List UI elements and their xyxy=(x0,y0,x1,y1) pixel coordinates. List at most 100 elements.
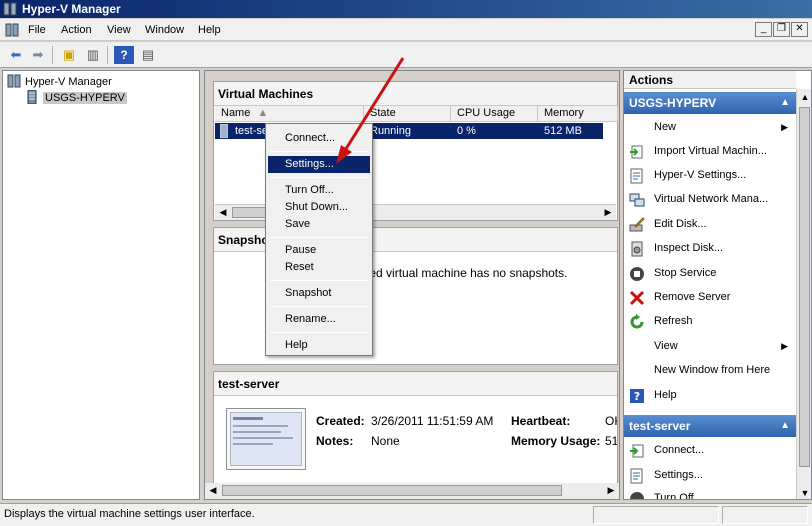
toolbar-separator xyxy=(107,46,108,64)
context-item-snapshot[interactable]: Snapshot xyxy=(268,285,370,302)
actions-group-label: USGS-HYPERV xyxy=(629,96,717,110)
forward-icon[interactable]: ➡ xyxy=(28,46,48,64)
action-new-window-from-here[interactable]: New Window from Here xyxy=(624,359,796,381)
network-icon xyxy=(629,193,645,207)
scroll-left-icon[interactable]: ◀ xyxy=(205,483,221,498)
edit-disk-icon xyxy=(629,217,645,232)
context-item-settings[interactable]: Settings... xyxy=(268,156,370,173)
scroll-right-icon[interactable]: ▶ xyxy=(600,205,616,220)
action-help[interactable]: ? Help xyxy=(624,384,796,406)
context-separator xyxy=(270,332,368,333)
action-stop-service[interactable]: Stop Service xyxy=(624,262,796,284)
collapse-icon[interactable]: ▲ xyxy=(780,415,790,437)
action-view[interactable]: View ▶ xyxy=(624,335,796,357)
import-icon xyxy=(630,145,643,159)
action-label: Inspect Disk... xyxy=(654,242,724,254)
scroll-thumb[interactable] xyxy=(222,485,562,496)
action-turn-off[interactable]: Turn Off... xyxy=(624,487,796,499)
remove-icon xyxy=(629,290,645,306)
context-item-connect[interactable]: Connect... xyxy=(268,130,370,147)
vm-thumbnail[interactable] xyxy=(226,408,306,470)
minimize-button[interactable]: _ xyxy=(755,22,772,37)
tree-label: USGS-HYPERV xyxy=(43,92,127,104)
action-label: Stop Service xyxy=(654,267,717,279)
context-item-rename[interactable]: Rename... xyxy=(268,311,370,328)
scroll-left-icon[interactable]: ◀ xyxy=(215,205,231,220)
window-title: Hyper-V Manager xyxy=(22,2,121,16)
scroll-down-icon[interactable]: ▼ xyxy=(797,485,811,499)
action-label: Help xyxy=(654,389,677,401)
scroll-thumb[interactable] xyxy=(799,107,810,467)
action-settings[interactable]: Settings... xyxy=(624,464,796,486)
context-item-save[interactable]: Save xyxy=(268,216,370,233)
action-edit-disk[interactable]: Edit Disk... xyxy=(624,213,796,235)
tree-item-hyperv-manager[interactable]: Hyper-V Manager xyxy=(7,74,112,90)
action-refresh[interactable]: Refresh xyxy=(624,310,796,332)
context-item-reset[interactable]: Reset xyxy=(268,259,370,276)
action-label: Connect... xyxy=(654,444,705,456)
menu-action[interactable]: Action xyxy=(61,24,92,36)
restore-button[interactable]: ❐ xyxy=(773,22,790,37)
column-label: Name xyxy=(221,107,251,119)
details-horizontal-scrollbar[interactable]: ◀ ▶ xyxy=(205,483,619,499)
title-bar: Hyper-V Manager xyxy=(0,0,812,18)
action-label: Settings... xyxy=(654,469,703,481)
tree-item-server[interactable]: USGS-HYPERV xyxy=(25,90,127,106)
context-item-help[interactable]: Help xyxy=(268,337,370,354)
actions-group-label: test-server xyxy=(629,419,691,433)
memory-usage-label: Memory Usage: xyxy=(511,434,601,448)
context-separator xyxy=(270,280,368,281)
scroll-right-icon[interactable]: ▶ xyxy=(603,483,619,498)
scroll-up-icon[interactable]: ▲ xyxy=(797,89,811,105)
actions-vertical-scrollbar[interactable]: ▲ ▼ xyxy=(796,89,811,499)
action-hyperv-settings[interactable]: Hyper-V Settings... xyxy=(624,164,796,186)
column-header-cpu-usage[interactable]: CPU Usage xyxy=(451,106,538,122)
menu-file[interactable]: File xyxy=(28,24,46,36)
vm-icon xyxy=(220,124,228,138)
submenu-arrow-icon: ▶ xyxy=(781,122,788,132)
menu-help[interactable]: Help xyxy=(198,24,221,36)
action-inspect-disk[interactable]: Inspect Disk... xyxy=(624,237,796,259)
context-item-pause[interactable]: Pause xyxy=(268,242,370,259)
collapse-icon[interactable]: ▲ xyxy=(780,92,790,114)
action-label: Virtual Network Mana... xyxy=(654,193,769,205)
action-label: Hyper-V Settings... xyxy=(654,169,747,181)
column-header-state[interactable]: State xyxy=(364,106,451,122)
context-separator xyxy=(270,237,368,238)
action-new[interactable]: New ▶ xyxy=(624,116,796,138)
stop-icon xyxy=(630,267,644,281)
up-folder-icon[interactable]: ▣ xyxy=(59,46,79,64)
action-import-virtual-machine[interactable]: Import Virtual Machin... xyxy=(624,140,796,162)
menu-view[interactable]: View xyxy=(107,24,131,36)
refresh-icon xyxy=(630,314,644,329)
show-hide-actions-icon[interactable]: ▤ xyxy=(138,46,158,64)
vm-details-title: test-server xyxy=(214,372,617,396)
toolbar: ⬅ ➡ ▣ ▥ ? ▤ xyxy=(0,42,812,68)
show-hide-tree-icon[interactable]: ▥ xyxy=(83,46,103,64)
submenu-arrow-icon: ▶ xyxy=(781,341,788,351)
close-button[interactable]: ✕ xyxy=(791,22,808,37)
action-virtual-network-manager[interactable]: Virtual Network Mana... xyxy=(624,188,796,210)
server-icon xyxy=(27,90,37,104)
action-remove-server[interactable]: Remove Server xyxy=(624,286,796,308)
action-connect[interactable]: Connect... xyxy=(624,439,796,461)
column-header-memory[interactable]: Memory xyxy=(538,106,618,122)
hyperv-menu-icon[interactable] xyxy=(5,23,19,37)
menu-window[interactable]: Window xyxy=(145,24,184,36)
vm-cpu: 0 % xyxy=(457,125,476,137)
created-value: 3/26/2011 11:51:59 AM xyxy=(371,414,494,428)
context-item-shut-down[interactable]: Shut Down... xyxy=(268,199,370,216)
connect-icon xyxy=(630,444,644,458)
heartbeat-value: OK xyxy=(605,414,617,428)
column-header-name[interactable]: Name ▲ xyxy=(215,106,364,122)
back-icon[interactable]: ⬅ xyxy=(6,46,26,64)
help-icon[interactable]: ? xyxy=(114,46,134,64)
inspect-disk-icon xyxy=(631,241,643,257)
context-item-turn-off[interactable]: Turn Off... xyxy=(268,182,370,199)
memory-usage-value: 512 MB xyxy=(605,434,618,448)
actions-group-server[interactable]: USGS-HYPERV ▲ xyxy=(624,92,796,114)
hyperv-app-icon xyxy=(3,2,17,16)
action-label: Refresh xyxy=(654,315,693,327)
status-text: Displays the virtual machine settings us… xyxy=(4,508,255,520)
actions-group-vm[interactable]: test-server ▲ xyxy=(624,415,796,437)
